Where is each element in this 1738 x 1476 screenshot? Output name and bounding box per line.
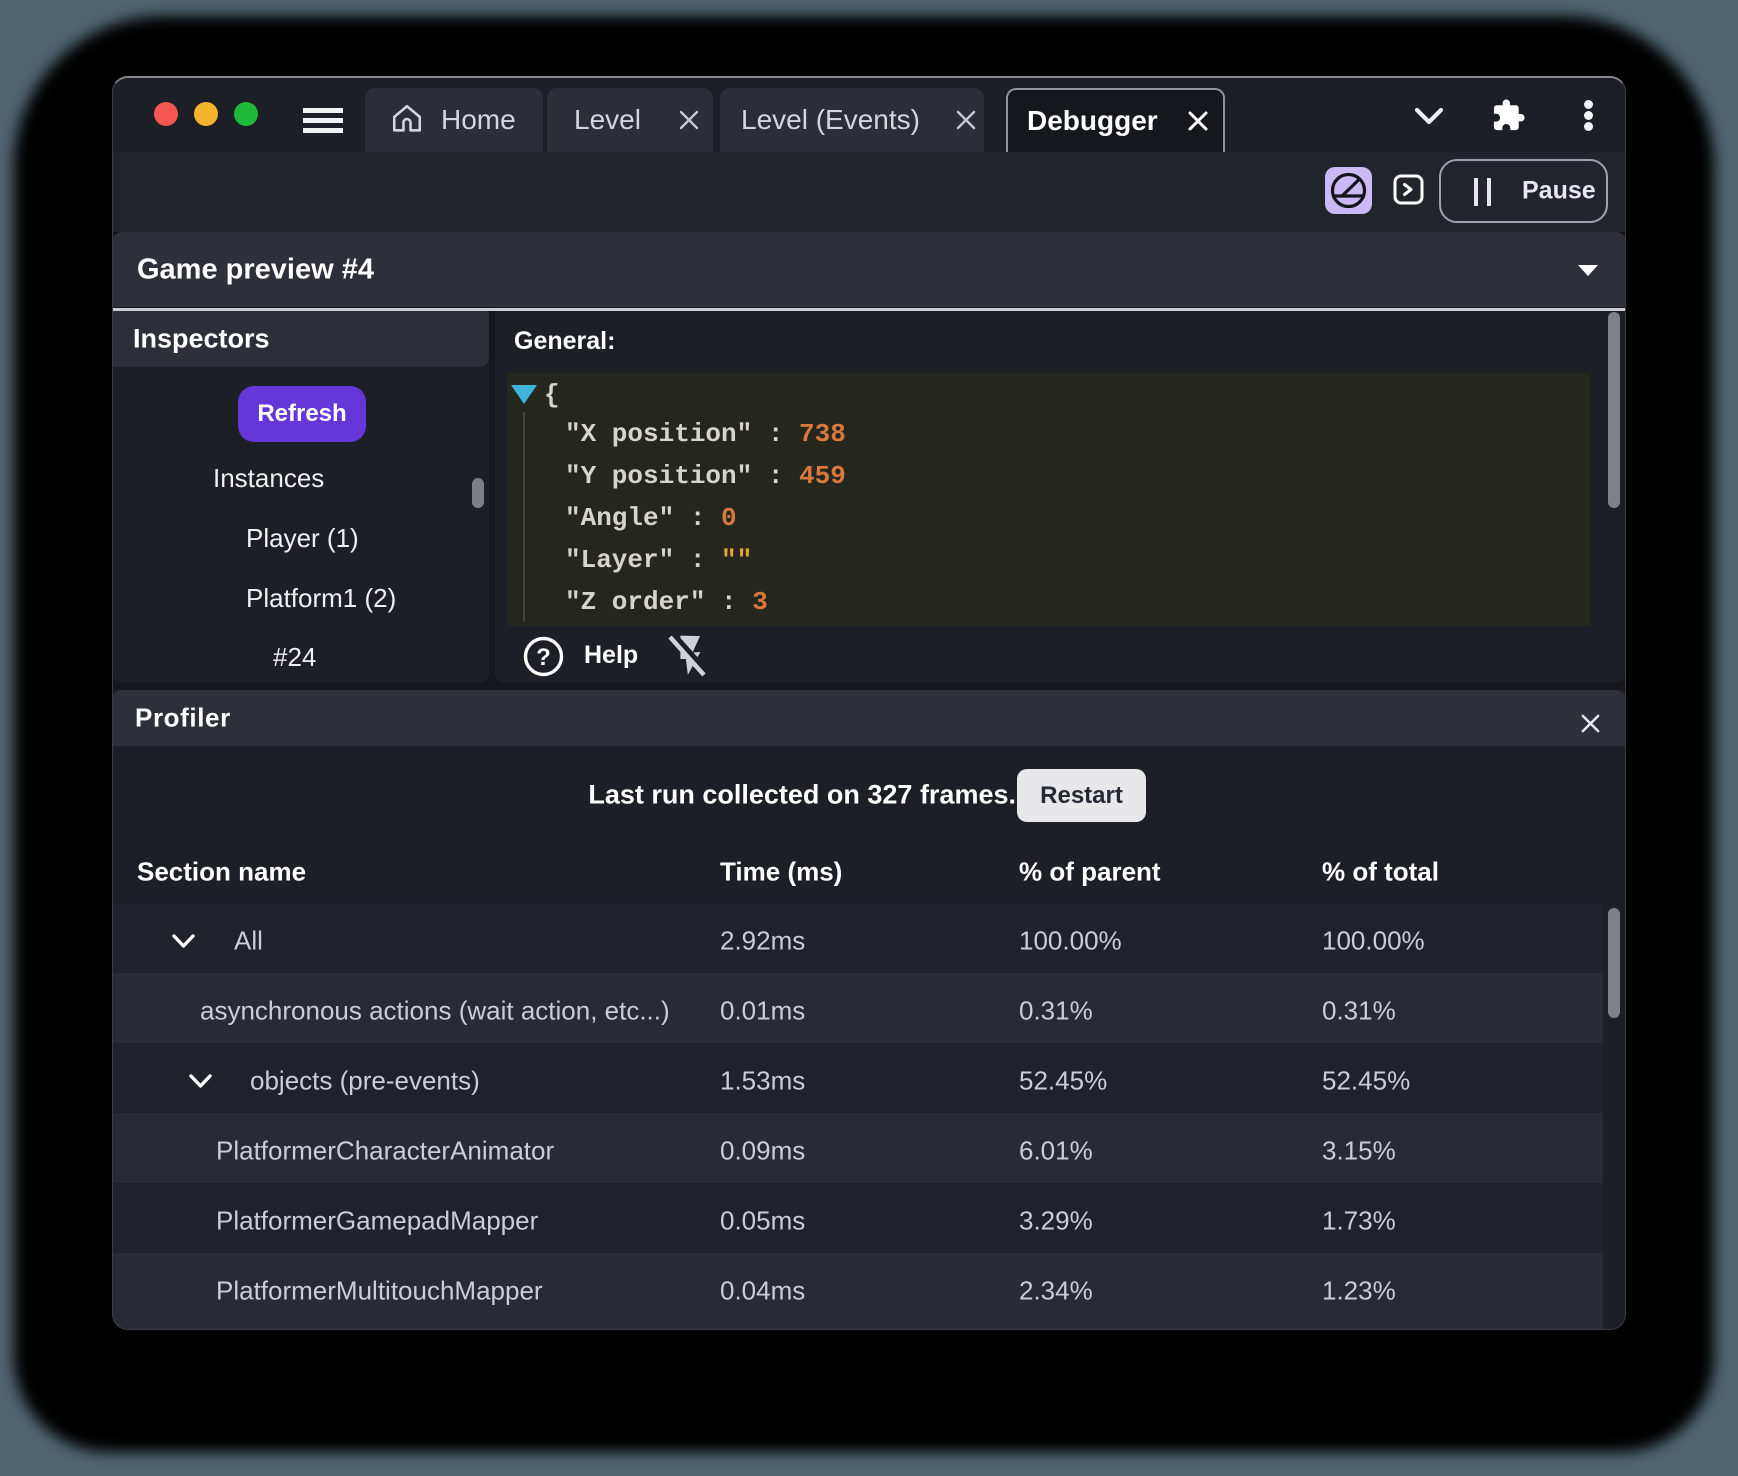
svg-text:?: ? (536, 644, 551, 671)
